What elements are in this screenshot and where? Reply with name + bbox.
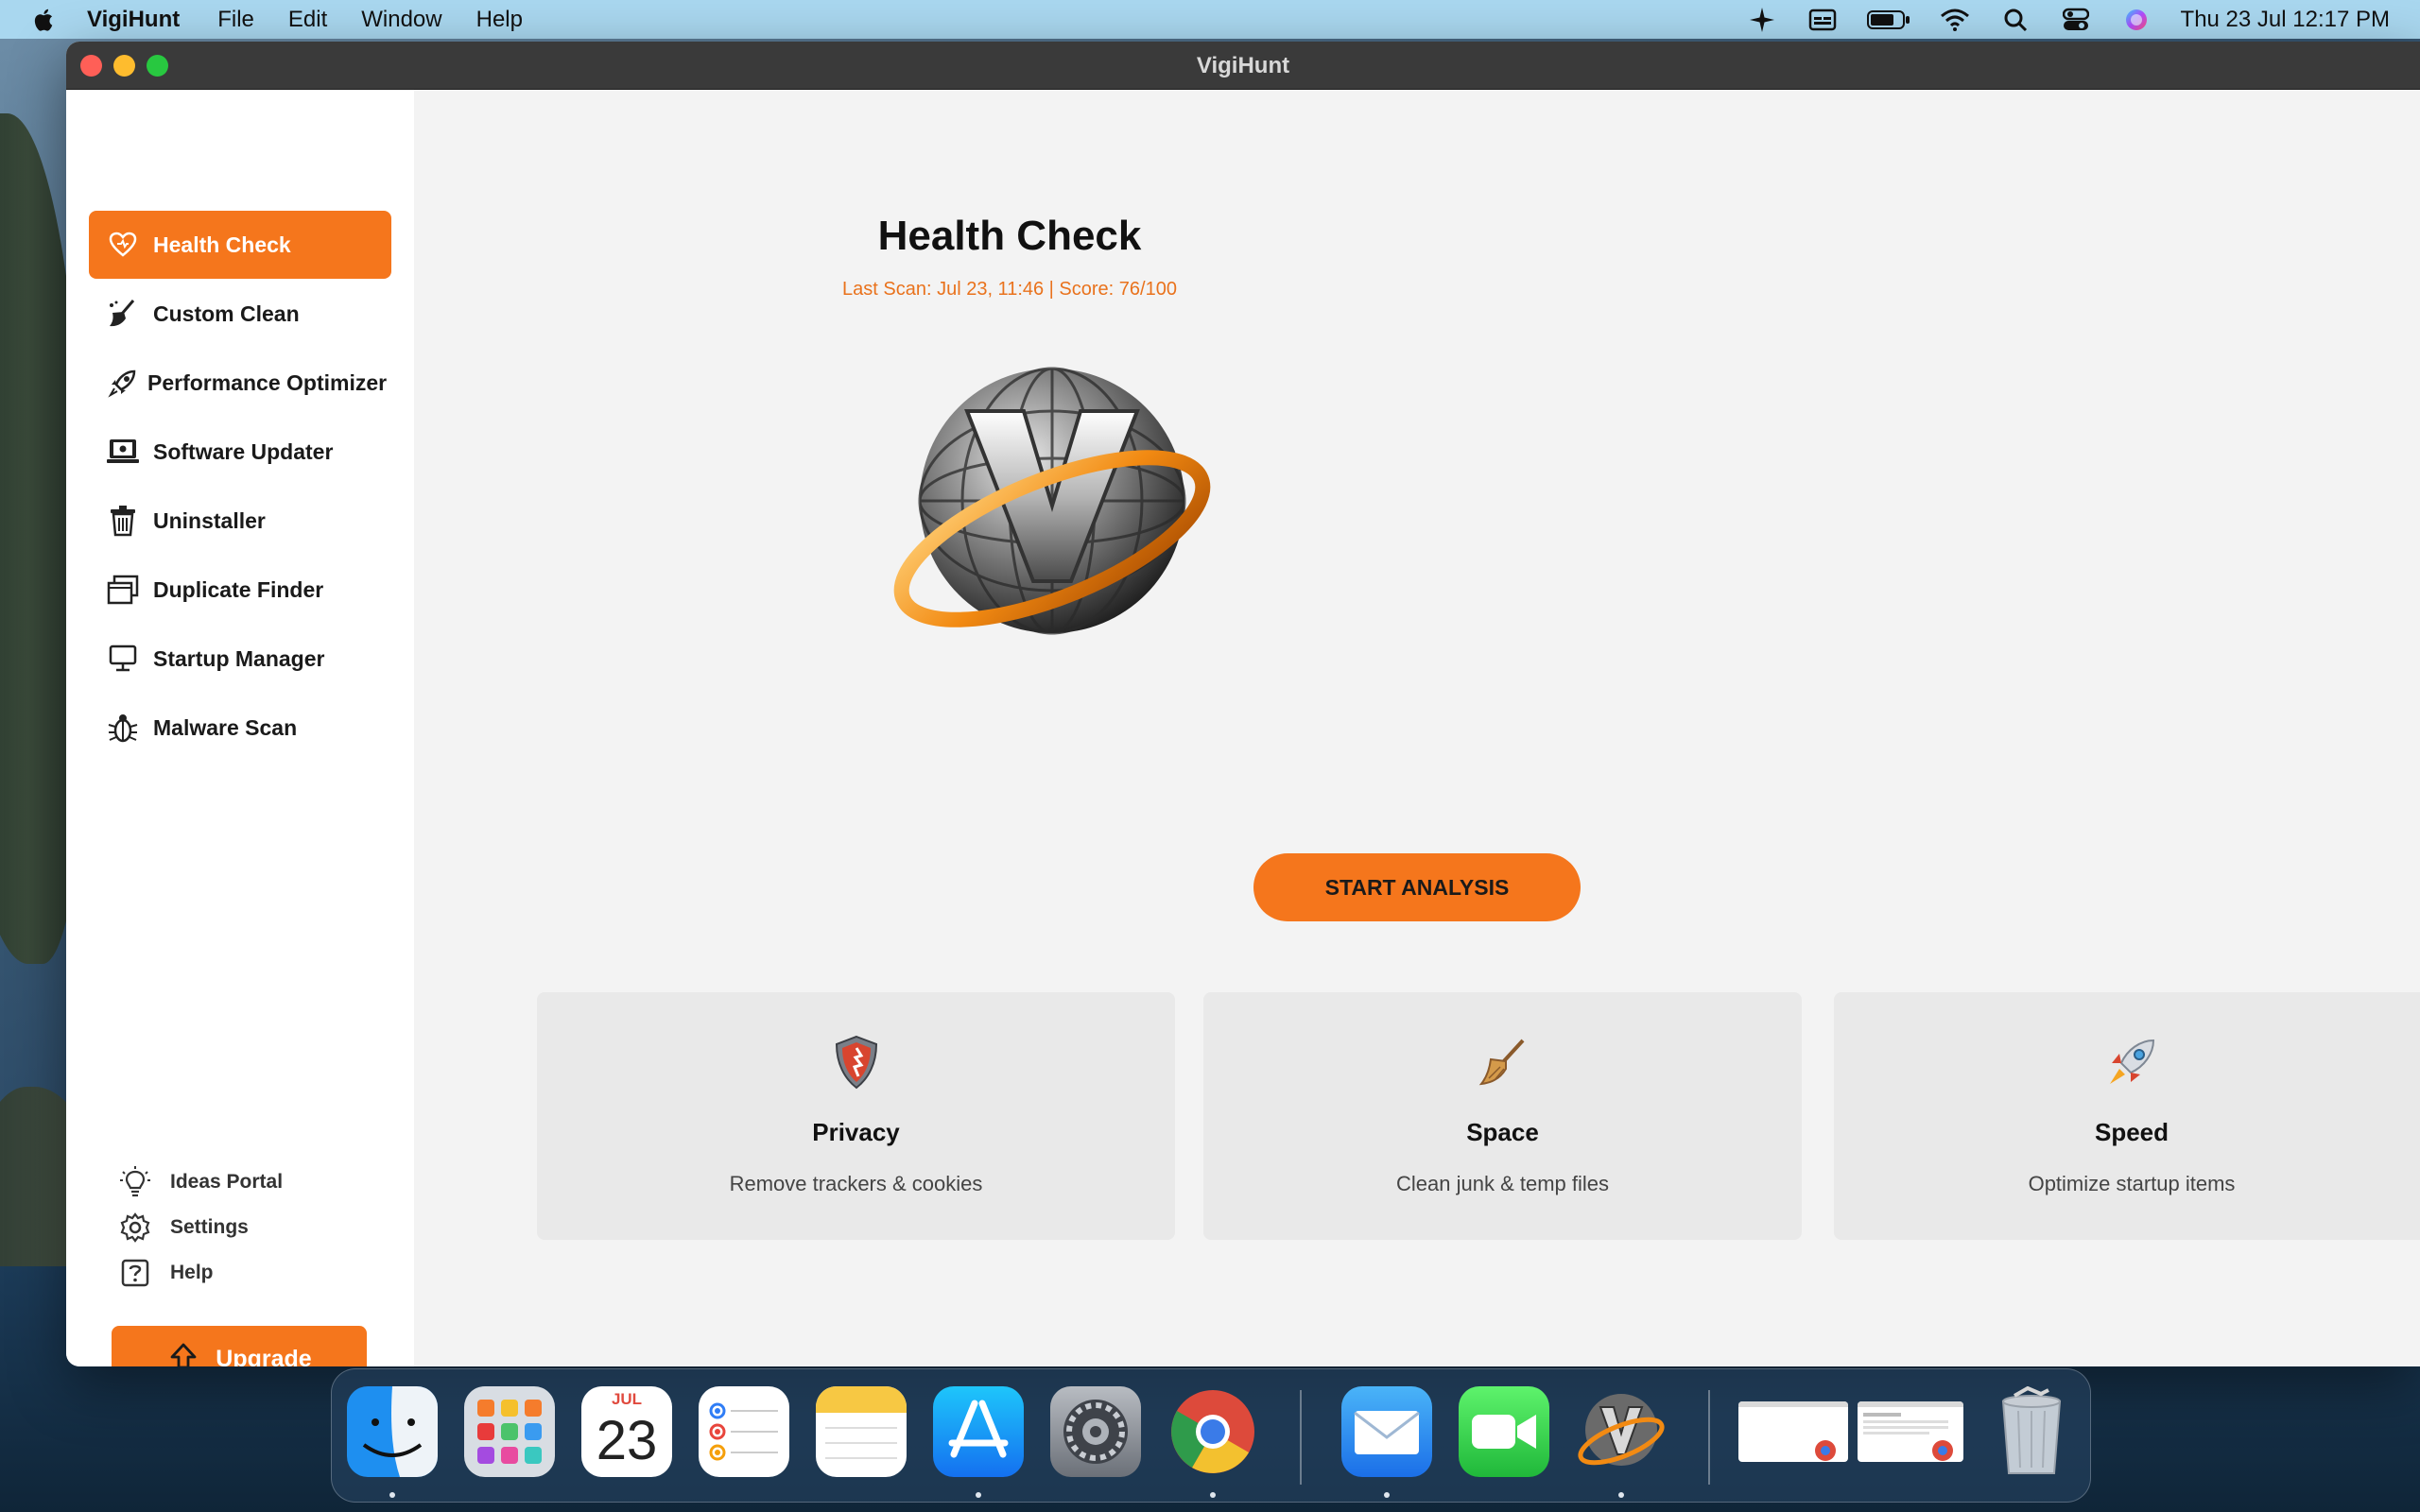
dock-notes-icon[interactable] [816, 1386, 907, 1477]
title-bar[interactable]: VigiHunt [66, 42, 2420, 90]
sidebar-item-startup-manager[interactable]: Startup Manager [89, 625, 391, 693]
sidebar-item-label: Startup Manager [153, 645, 325, 671]
dock-trash-icon[interactable] [1986, 1386, 2077, 1477]
dock-running-indicator [1618, 1492, 1624, 1498]
menu-edit[interactable]: Edit [288, 7, 327, 33]
dock-reminders-icon[interactable] [699, 1386, 789, 1477]
gear-icon [119, 1211, 151, 1244]
dock-system-settings-icon[interactable] [1050, 1386, 1141, 1477]
sidebar-item-software-updater[interactable]: Software Updater [89, 418, 391, 486]
menu-app-name[interactable]: VigiHunt [87, 7, 180, 33]
window-title: VigiHunt [1196, 53, 1290, 78]
start-analysis-button[interactable]: START ANALYSIS [1253, 853, 1581, 921]
ideas-portal-label: Ideas Portal [170, 1171, 284, 1193]
sidebar-item-label: Health Check [153, 232, 291, 257]
ideas-portal-link[interactable]: Ideas Portal [119, 1163, 283, 1201]
dock-calendar-icon[interactable]: JUL 23 [581, 1386, 672, 1477]
upgrade-button[interactable]: Upgrade [112, 1326, 367, 1366]
menubar-clock[interactable]: Thu 23 Jul 12:17 PM [2181, 7, 2390, 33]
battery-icon[interactable] [1866, 6, 1910, 34]
sidebar-item-duplicate-finder[interactable]: Duplicate Finder [89, 556, 391, 624]
sidebar-item-label: Custom Clean [153, 301, 300, 326]
apple-menu-icon[interactable] [30, 6, 59, 34]
space-card[interactable]: Space Clean junk & temp files [1203, 992, 1802, 1240]
dock-running-indicator [1210, 1492, 1216, 1498]
menu-file[interactable]: File [217, 7, 254, 33]
dock-chrome-icon[interactable] [1167, 1386, 1258, 1477]
sidebar-item-health-check[interactable]: Health Check [89, 211, 391, 279]
siri-icon[interactable] [2120, 6, 2152, 34]
dock-running-indicator [389, 1492, 395, 1498]
broom-icon [106, 297, 140, 331]
sidebar-item-label: Duplicate Finder [153, 576, 324, 602]
app-window: VigiHunt Health Check Custom Clean Perfo… [66, 42, 2420, 1366]
lightbulb-icon [119, 1166, 151, 1198]
help-label: Help [170, 1262, 214, 1283]
wifi-icon[interactable] [1939, 6, 1971, 34]
last-scan-info: Last Scan: Jul 23, 11:46 | Score: 76/100 [842, 279, 1177, 300]
sidebar-item-custom-clean[interactable]: Custom Clean [89, 280, 391, 348]
privacy-card-description: Remove trackers & cookies [729, 1172, 983, 1195]
question-icon [119, 1257, 151, 1289]
dock-running-indicator [976, 1492, 981, 1498]
dock: JUL 23 [331, 1368, 2091, 1503]
sidebar-item-label: Uninstaller [153, 507, 266, 533]
calendar-month: JUL [611, 1390, 643, 1408]
heart-icon [106, 228, 140, 262]
duplicate-icon [106, 573, 140, 607]
dock-running-indicator [1384, 1492, 1390, 1498]
speed-card[interactable]: Speed Optimize startup items [1834, 992, 2420, 1240]
sparkle-icon[interactable] [1746, 6, 1778, 34]
upload-arrow-icon [166, 1342, 200, 1366]
vigihunt-logo [893, 367, 1211, 635]
dock-mail-icon[interactable] [1341, 1386, 1432, 1477]
settings-label: Settings [170, 1216, 249, 1238]
sidebar-item-performance-optimizer[interactable]: Performance Optimizer [89, 349, 391, 417]
menu-help[interactable]: Help [476, 7, 523, 33]
dock-app-store-icon[interactable] [933, 1386, 1024, 1477]
bug-icon [106, 711, 140, 745]
space-card-description: Clean junk & temp files [1396, 1172, 1609, 1195]
help-link[interactable]: Help [119, 1254, 214, 1292]
menu-window[interactable]: Window [361, 7, 441, 33]
sidebar-item-label: Performance Optimizer [147, 369, 388, 395]
speed-card-title: Speed [2094, 1118, 2169, 1146]
rocket-icon [106, 366, 140, 400]
privacy-card[interactable]: Privacy Remove trackers & cookies [537, 992, 1175, 1240]
menu-bar: VigiHunt File Edit Window Help Thu 23 Ju… [0, 0, 2420, 39]
dock-finder-icon[interactable] [347, 1386, 438, 1477]
dock-vigihunt-icon[interactable] [1576, 1386, 1667, 1477]
page-title: Health Check [877, 213, 1142, 259]
sidebar-item-label: Malware Scan [153, 714, 298, 740]
monitor-icon [106, 642, 140, 676]
dock-minimized-window[interactable] [1858, 1401, 1963, 1462]
rocket-icon [2103, 1034, 2160, 1091]
sidebar-item-malware-scan[interactable]: Malware Scan [89, 694, 391, 762]
broom-icon [1475, 1034, 1531, 1091]
settings-link[interactable]: Settings [119, 1209, 249, 1246]
sidebar-item-uninstaller[interactable]: Uninstaller [89, 487, 391, 555]
dock-launchpad-icon[interactable] [464, 1386, 555, 1477]
laptop-icon [106, 435, 140, 469]
privacy-card-title: Privacy [812, 1118, 900, 1146]
spotlight-search-icon[interactable] [1999, 6, 2031, 34]
dock-separator [1708, 1390, 1710, 1485]
trash-icon [106, 504, 140, 538]
dock-facetime-icon[interactable] [1459, 1386, 1549, 1477]
speed-card-description: Optimize startup items [2028, 1172, 2236, 1195]
shield-icon [828, 1034, 885, 1091]
calendar-day: 23 [596, 1410, 658, 1471]
upgrade-label: Upgrade [216, 1345, 312, 1367]
control-center-icon[interactable] [2060, 6, 2092, 34]
sidebar-item-label: Software Updater [153, 438, 334, 464]
main-content: Health Check Last Scan: Jul 23, 11:46 | … [414, 90, 2420, 1366]
dock-separator [1300, 1390, 1302, 1485]
menu-extra-icon[interactable] [1806, 6, 1839, 34]
space-card-title: Space [1466, 1118, 1539, 1146]
sidebar: Health Check Custom Clean Performance Op… [66, 90, 414, 1366]
dock-minimized-window[interactable] [1738, 1401, 1848, 1462]
